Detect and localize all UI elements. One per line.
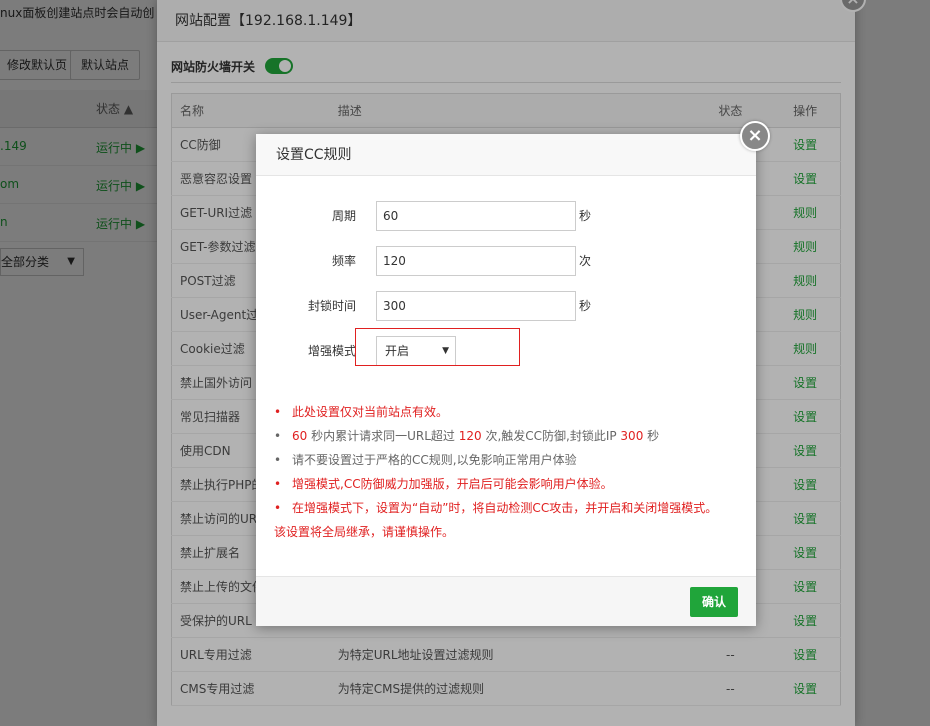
highlight-box [355, 328, 520, 366]
cc-dialog-footer: 确认 [256, 576, 756, 626]
tip-item: • 60 秒内累计请求同一URL超过 120 次,触发CC防御,封锁此IP 300… [274, 429, 660, 443]
tips-list: • 此处设置仅对当前站点有效。 • 60 秒内累计请求同一URL超过 120 次,触… [274, 400, 744, 544]
tip-continuation: 该设置将全局继承，请谨慎操作。 [274, 525, 455, 539]
period-unit: 秒 [579, 209, 592, 223]
tip-item: • 增强模式,CC防御威力加强版，开启后可能会影响用户体验。 [274, 477, 613, 491]
frequency-label: 频率 [331, 254, 356, 268]
cc-rule-dialog: 设置CC规则 × 周期 秒 频率 次 封锁时间 秒 增强模式 开启 ▼ •此处设… [256, 121, 770, 626]
confirm-button[interactable]: 确认 [690, 587, 738, 617]
block-time-input[interactable] [376, 291, 576, 321]
enhanced-mode-label: 增强模式 [307, 344, 356, 358]
frequency-unit: 次 [579, 254, 592, 268]
frequency-row: 频率 次 [256, 246, 756, 276]
block-time-unit: 秒 [579, 299, 592, 313]
tip-item: • 此处设置仅对当前站点有效。 [274, 405, 449, 419]
tip-item: • 请不要设置过于严格的CC规则,以免影响正常用户体验 [274, 453, 577, 467]
period-input[interactable] [376, 201, 576, 231]
period-row: 周期 秒 [256, 201, 756, 231]
frequency-input[interactable] [376, 246, 576, 276]
block-time-row: 封锁时间 秒 [256, 291, 756, 321]
block-time-label: 封锁时间 [307, 299, 356, 313]
tip-item: • 在增强模式下，设置为“自动”时，将自动检测CC攻击，并开启和关闭增强模式。 [274, 501, 718, 515]
cc-dialog-title: 设置CC规则 [256, 134, 756, 176]
close-icon[interactable]: × [740, 121, 770, 151]
period-label: 周期 [331, 209, 356, 223]
